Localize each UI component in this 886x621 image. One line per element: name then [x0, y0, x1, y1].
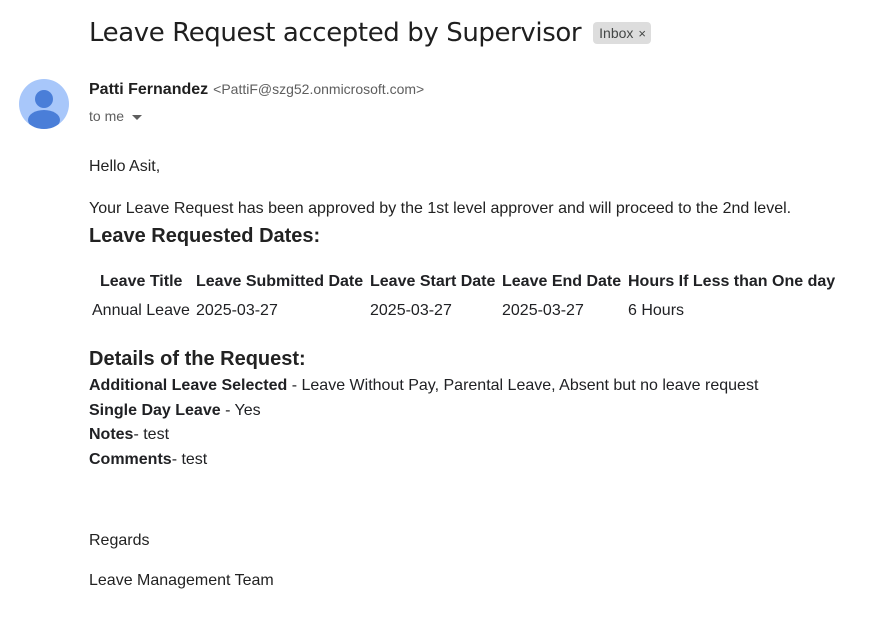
remove-label-icon[interactable]: × [638, 26, 646, 41]
detail-line: Comments- test [89, 451, 207, 469]
table-header: Leave Title [100, 273, 183, 290]
sender-email: <PattiF@szg52.onmicrosoft.com> [213, 81, 425, 97]
inbox-label-text: Inbox [599, 25, 634, 41]
table-cell: 2025-03-27 [502, 302, 584, 319]
dates-heading: Leave Requested Dates: [89, 225, 321, 247]
details-heading: Details of the Request: [89, 348, 306, 370]
table-header: Leave Start Date [370, 273, 496, 290]
detail-line: Single Day Leave - Yes [89, 402, 261, 420]
table-header: Leave Submitted Date [196, 273, 364, 290]
inbox-label-chip[interactable]: Inbox × [593, 22, 651, 44]
table-cell: 2025-03-27 [370, 302, 452, 319]
sender-avatar[interactable] [19, 79, 69, 129]
sender-line: Patti Fernandez <PattiF@szg52.onmicrosof… [89, 81, 424, 99]
subject-row: Leave Request accepted by Supervisor Inb… [89, 18, 651, 48]
detail-value: - Leave Without Pay, Parental Leave, Abs… [287, 377, 759, 394]
person-icon [28, 90, 60, 129]
caret-down-icon[interactable] [132, 114, 143, 120]
sender-name[interactable]: Patti Fernandez [89, 81, 208, 99]
detail-value: - test [133, 426, 170, 443]
detail-value: - Yes [220, 402, 261, 419]
table-cell: 6 Hours [628, 302, 685, 319]
recipient-toggle[interactable]: to me [89, 108, 143, 124]
detail-line: Notes- test [89, 426, 169, 444]
email-subject: Leave Request accepted by Supervisor [89, 18, 582, 48]
table-header: Hours If Less than One day [628, 273, 836, 290]
table-cell: 2025-03-27 [196, 302, 278, 319]
detail-label: Single Day Leave [89, 402, 221, 419]
intro-text: Your Leave Request has been approved by … [89, 200, 792, 217]
detail-label: Comments [89, 451, 172, 468]
table-header: Leave End Date [502, 273, 622, 290]
table-cell: Annual Leave [92, 302, 190, 319]
signature-text: Leave Management Team [89, 572, 274, 589]
detail-label: Notes [89, 426, 134, 443]
greeting: Hello Asit, [89, 158, 161, 175]
recipient-text: to me [89, 108, 125, 124]
detail-value: - test [171, 451, 208, 468]
detail-line: Additional Leave Selected - Leave Withou… [89, 377, 758, 395]
detail-label: Additional Leave Selected [89, 377, 288, 394]
regards-text: Regards [89, 532, 150, 549]
